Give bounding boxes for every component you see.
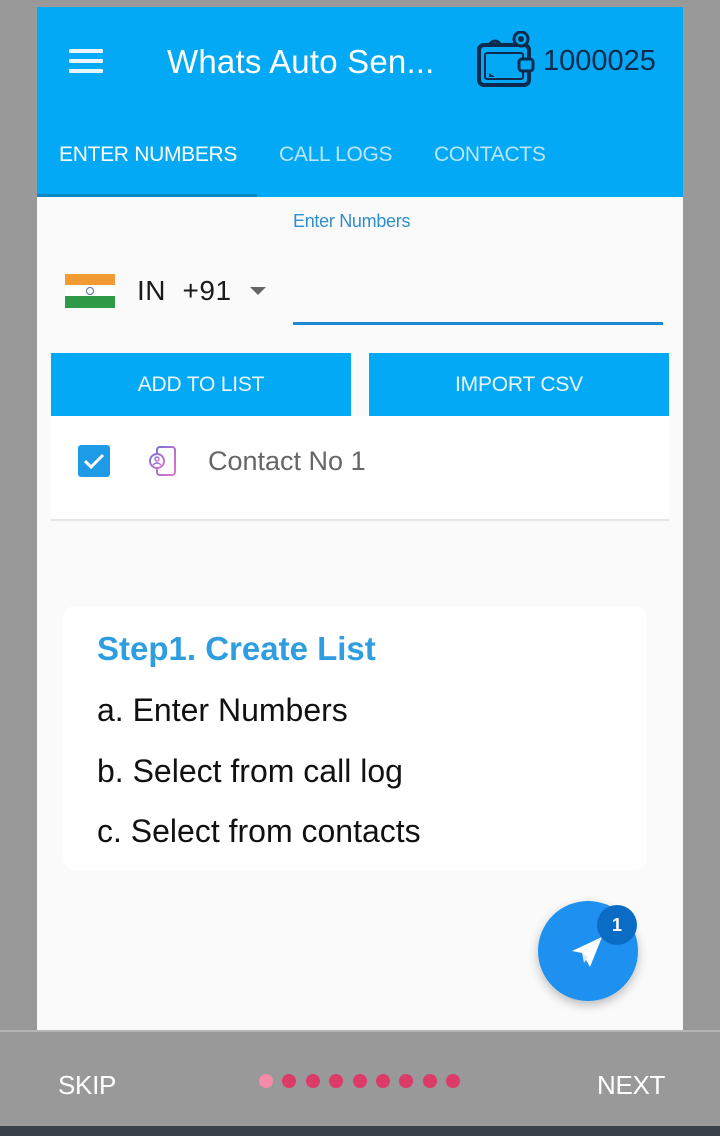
chevron-down-icon: [249, 287, 266, 295]
app-bar: Whats Auto Sen... 1000025 ENTER NUMBERS …: [37, 7, 683, 197]
skip-button[interactable]: SKIP: [58, 1070, 116, 1101]
page-dot[interactable]: [422, 1074, 437, 1088]
country-picker[interactable]: IN +91: [65, 271, 266, 311]
check-icon: [83, 453, 105, 470]
page-dot[interactable]: [399, 1074, 414, 1088]
tab-call-logs[interactable]: CALL LOGS: [279, 143, 393, 167]
page-dot[interactable]: [305, 1074, 320, 1088]
add-to-list-button[interactable]: ADD TO LIST: [51, 353, 351, 416]
next-button[interactable]: NEXT: [597, 1070, 665, 1101]
phone-number-input[interactable]: [293, 279, 663, 325]
tab-contacts[interactable]: CONTACTS: [434, 143, 546, 167]
app-screen: Whats Auto Sen... 1000025 ENTER NUMBERS …: [37, 7, 683, 1030]
page-dot[interactable]: [282, 1074, 297, 1088]
onboarding-info-card: Step1. Create List a. Enter Numbers b. S…: [63, 606, 647, 870]
info-title: Step1. Create List: [97, 630, 376, 667]
page-dot[interactable]: [352, 1074, 367, 1088]
tab-indicator: [37, 194, 257, 197]
onboarding-footer: SKIP NEXT: [0, 1030, 720, 1126]
import-csv-button[interactable]: IMPORT CSV: [369, 353, 669, 416]
number-field-label: Enter Numbers: [293, 211, 411, 231]
tab-bar: ENTER NUMBERS CALL LOGS CONTACTS: [37, 135, 683, 197]
info-line: b. Select from call log: [97, 753, 403, 789]
wallet-balance: 1000025: [543, 45, 656, 77]
contact-name: Contact No 1: [208, 445, 366, 476]
contact-checkbox[interactable]: [78, 445, 110, 477]
page-indicator: [259, 1074, 470, 1088]
india-flag-icon: [65, 274, 115, 308]
system-nav-bar: [0, 1126, 720, 1136]
page-dot[interactable]: [446, 1074, 461, 1088]
page-dot[interactable]: [375, 1074, 390, 1088]
tab-enter-numbers[interactable]: ENTER NUMBERS: [59, 143, 237, 167]
wallet-icon[interactable]: [475, 30, 539, 91]
send-count-badge: 1: [597, 905, 637, 945]
info-line: a. Enter Numbers: [97, 692, 348, 728]
contact-list: Contact No 1: [51, 416, 669, 521]
page-dot-active[interactable]: [259, 1074, 273, 1088]
info-line: c. Select from contacts: [97, 813, 421, 849]
country-code: IN +91: [137, 275, 232, 306]
contact-book-icon: [148, 444, 180, 478]
menu-icon[interactable]: [69, 49, 103, 75]
list-item[interactable]: Contact No 1: [51, 436, 669, 486]
app-title: Whats Auto Sen...: [167, 43, 435, 80]
page-dot[interactable]: [329, 1074, 344, 1088]
